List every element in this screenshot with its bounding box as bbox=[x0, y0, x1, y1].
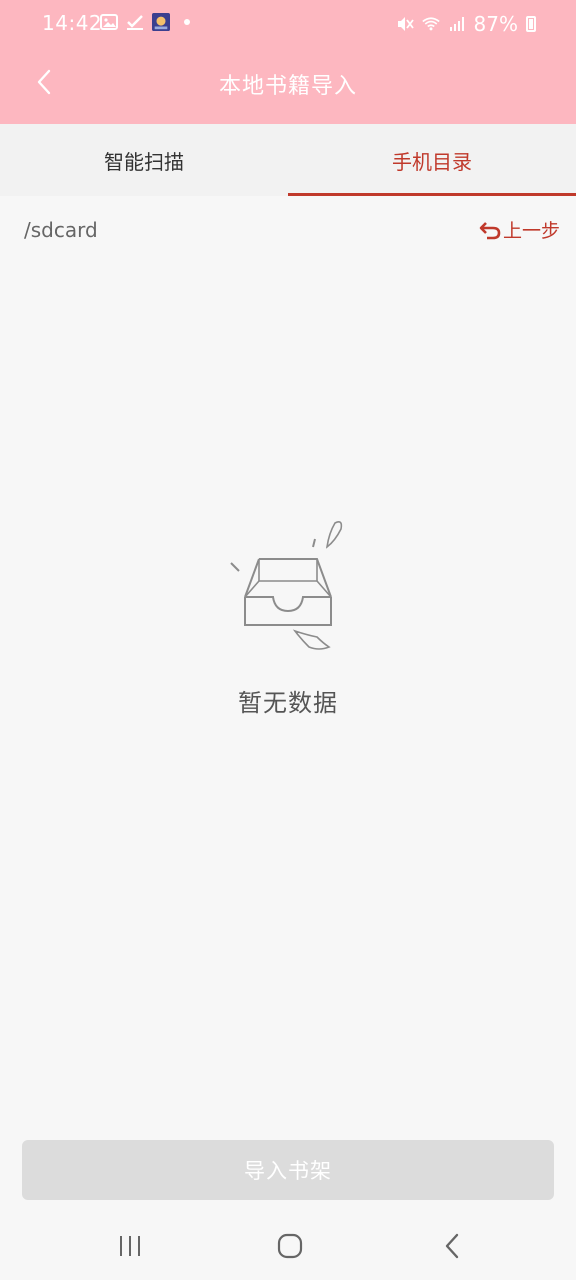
battery-icon bbox=[526, 16, 536, 32]
recent-apps-button[interactable] bbox=[110, 1226, 150, 1266]
dot-icon bbox=[178, 13, 196, 31]
check-icon bbox=[126, 13, 144, 31]
tab-bar: 智能扫描 手机目录 bbox=[0, 124, 576, 196]
previous-step-button[interactable]: 上一步 bbox=[479, 216, 560, 243]
system-nav-bar bbox=[0, 1208, 576, 1280]
status-icons-left bbox=[100, 13, 196, 31]
status-time: 14:42 bbox=[42, 11, 103, 35]
screen: 14:42 87% 本地书籍导入 智能扫描 手机目录 /sdcard 上一步 暂… bbox=[0, 0, 576, 1280]
path-row: /sdcard 上一步 bbox=[0, 196, 576, 262]
home-button[interactable] bbox=[270, 1226, 310, 1266]
avatar-app-icon bbox=[152, 13, 170, 31]
mute-icon bbox=[396, 15, 414, 33]
top-bar: 14:42 87% 本地书籍导入 bbox=[0, 0, 576, 124]
empty-state: 暂无数据 bbox=[0, 515, 576, 718]
import-to-bookshelf-button[interactable]: 导入书架 bbox=[22, 1140, 554, 1200]
recent-apps-icon bbox=[120, 1236, 140, 1256]
back-icon bbox=[445, 1233, 459, 1259]
previous-step-label: 上一步 bbox=[502, 220, 560, 242]
signal-icon bbox=[448, 15, 466, 33]
status-bar: 14:42 87% bbox=[0, 0, 576, 48]
app-header: 本地书籍导入 bbox=[0, 48, 576, 124]
tab-phone-directory[interactable]: 手机目录 bbox=[288, 124, 576, 196]
empty-box-icon bbox=[230, 521, 343, 650]
status-icons-right: 87% bbox=[396, 12, 536, 36]
undo-icon bbox=[479, 221, 501, 239]
battery-percent: 87% bbox=[473, 12, 518, 36]
nav-back-button[interactable] bbox=[432, 1226, 472, 1266]
empty-state-text: 暂无数据 bbox=[238, 689, 338, 717]
home-icon bbox=[277, 1233, 303, 1259]
gallery-icon bbox=[100, 13, 118, 31]
current-path: /sdcard bbox=[24, 218, 98, 242]
wifi-icon bbox=[421, 15, 440, 33]
tab-smart-scan[interactable]: 智能扫描 bbox=[0, 124, 288, 196]
page-title: 本地书籍导入 bbox=[218, 74, 357, 99]
